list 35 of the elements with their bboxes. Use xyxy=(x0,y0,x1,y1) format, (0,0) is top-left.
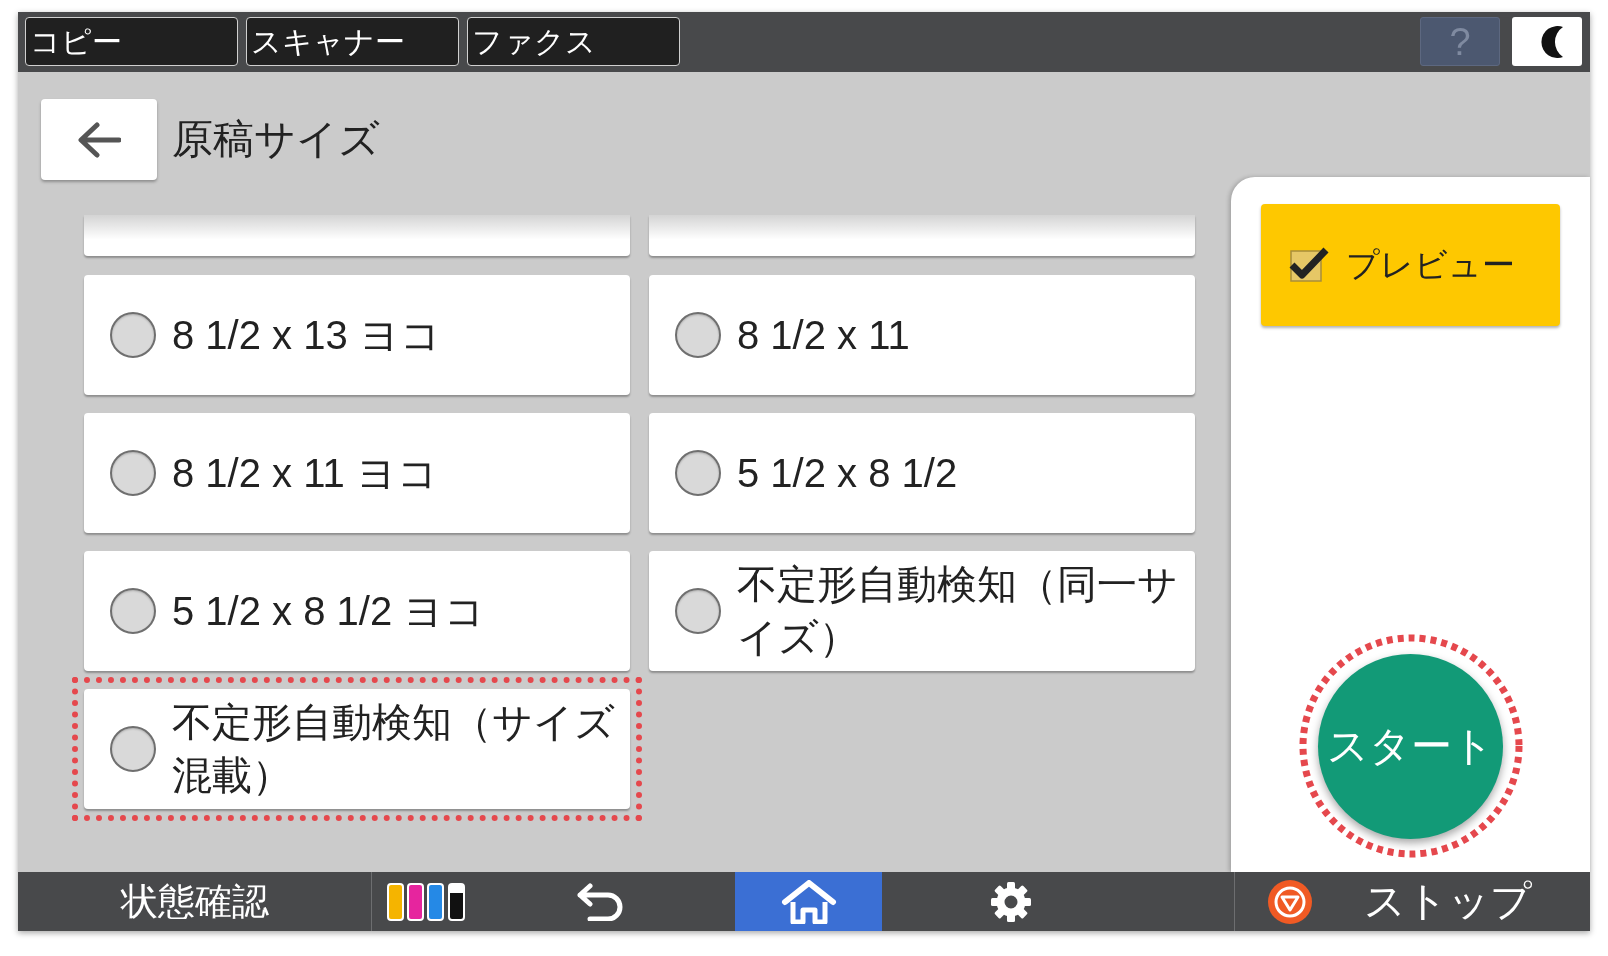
option-label: 8 1/2 x 11 xyxy=(737,311,911,359)
status-button[interactable]: 状態確認 xyxy=(116,883,273,920)
preview-button[interactable]: プレビュー xyxy=(1261,204,1560,326)
option-card[interactable]: 8 1/2 x 11 ヨコ xyxy=(84,413,630,533)
back-button[interactable] xyxy=(41,99,157,180)
option-card[interactable]: 8 1/2 x 11 xyxy=(649,275,1195,395)
home-icon xyxy=(780,879,837,924)
option-label: 5 1/2 x 8 1/2 ヨコ xyxy=(172,587,487,635)
mode-tab[interactable]: ファクス xyxy=(467,17,680,66)
ink-cartridges-icon xyxy=(387,882,467,921)
sleep-button[interactable] xyxy=(1512,17,1582,66)
option-label: 不定形自動検知（同一サイズ） xyxy=(737,561,1179,661)
home-button[interactable] xyxy=(735,872,882,931)
settings-gear-icon xyxy=(991,881,1031,922)
option-card[interactable]: 不定形自動検知（サイズ混載） xyxy=(84,689,630,809)
left-arrow-icon xyxy=(77,121,121,158)
option-card[interactable]: 5 1/2 x 8 1/2 ヨコ xyxy=(84,551,630,671)
stop-button[interactable]: ストップ xyxy=(1235,879,1532,924)
stop-icon xyxy=(1268,879,1312,924)
option-label: 8 1/2 x 11 ヨコ xyxy=(172,449,439,497)
settings-button[interactable] xyxy=(991,881,1031,922)
return-button[interactable] xyxy=(576,882,624,921)
option-card[interactable]: 不定形自動検知（同一サイズ） xyxy=(649,551,1195,671)
option-card[interactable]: 8 1/2 x 13 ヨコ xyxy=(84,275,630,395)
option-card[interactable]: 5 1/2 x 8 1/2 xyxy=(649,413,1195,533)
ink-status-button[interactable] xyxy=(387,882,467,921)
moon-icon xyxy=(1540,25,1564,58)
screen-title: 原稿サイズ xyxy=(172,119,380,160)
option-label: 8 1/2 x 13 ヨコ xyxy=(172,311,442,359)
mode-tab[interactable]: スキャナー xyxy=(246,17,459,66)
start-button[interactable]: スタート xyxy=(1318,653,1503,839)
return-arrow-icon xyxy=(576,882,624,921)
option-label: 5 1/2 x 8 1/2 xyxy=(737,449,959,497)
option-label: 不定形自動検知（サイズ混載） xyxy=(172,699,616,799)
mode-tab[interactable]: コピー xyxy=(25,17,238,66)
